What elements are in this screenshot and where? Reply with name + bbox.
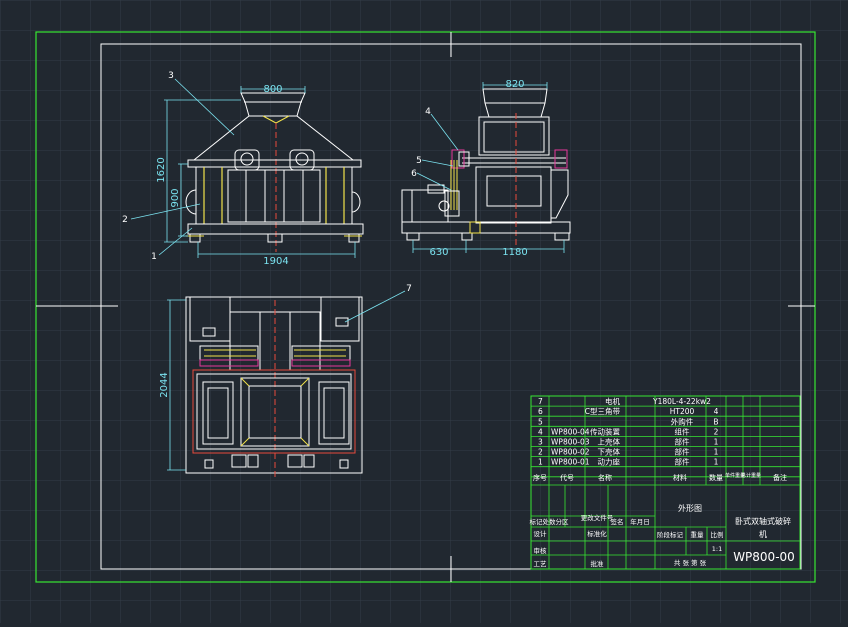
product-name-line2: 机 bbox=[759, 529, 767, 539]
label-scale: 比例 bbox=[711, 530, 724, 539]
drawing-svg: 800 1620 900 1904 3 2 1 820 630 1180 4 5… bbox=[0, 0, 848, 623]
cad-canvas: 800 1620 900 1904 3 2 1 820 630 1180 4 5… bbox=[0, 0, 848, 623]
dim-motor-offset: 630 bbox=[429, 247, 448, 258]
label-standardize: 标准化 bbox=[587, 529, 607, 538]
part-name: 下壳体 bbox=[598, 447, 621, 457]
part-no: 2 bbox=[538, 448, 543, 457]
label-design: 设计 bbox=[534, 529, 548, 538]
part-qty: 2 bbox=[714, 427, 719, 436]
label-sheets: 共 张 第 张 bbox=[674, 558, 707, 567]
part-name: C型三角带 bbox=[585, 406, 621, 416]
part-material: 部件 bbox=[675, 447, 690, 457]
grid-background bbox=[0, 0, 848, 623]
part-code: WP800-03 bbox=[551, 438, 590, 447]
part-material: 外购件 bbox=[671, 416, 694, 426]
part-name: 动力座 bbox=[598, 457, 621, 467]
dim-top-width: 800 bbox=[263, 84, 282, 95]
part-qty: 4 bbox=[714, 407, 719, 416]
part-code: WP800-02 bbox=[551, 448, 590, 457]
dim-side-width: 820 bbox=[505, 79, 524, 90]
part-code: WP800-04 bbox=[551, 427, 590, 436]
part-qty: 1 bbox=[714, 448, 719, 457]
balloon-4: 4 bbox=[425, 107, 431, 117]
header-total-weight: 总计重量 bbox=[741, 472, 761, 479]
label-mark-count: 标记处数分区 bbox=[530, 517, 570, 526]
label-date: 年月日 bbox=[630, 517, 650, 526]
part-material: HT200 bbox=[670, 407, 695, 416]
part-name: 上壳体 bbox=[598, 437, 621, 447]
label-weight: 重量 bbox=[691, 531, 705, 539]
header-seq: 序号 bbox=[533, 473, 547, 482]
header-qty: 数量 bbox=[709, 473, 723, 482]
label-change-doc: 更改文件号 bbox=[581, 513, 614, 522]
part-material: 部件 bbox=[675, 437, 690, 447]
dim-plan-depth: 2044 bbox=[159, 372, 170, 397]
part-no: 1 bbox=[538, 458, 543, 467]
part-qty: 1 bbox=[714, 438, 719, 447]
part-no: 5 bbox=[538, 417, 543, 426]
dim-height-total: 1620 bbox=[156, 157, 167, 182]
label-signature: 签名 bbox=[611, 517, 624, 526]
label-stage-mark: 阶段标记 bbox=[657, 530, 684, 539]
dim-height-body: 900 bbox=[170, 188, 181, 207]
balloon-3: 3 bbox=[168, 71, 174, 81]
drawing-number: WP800-00 bbox=[733, 550, 795, 564]
part-name: 传动装置 bbox=[590, 426, 620, 436]
balloon-7: 7 bbox=[406, 284, 412, 294]
part-code: WP800-01 bbox=[551, 458, 590, 467]
dim-side-base: 1180 bbox=[502, 247, 527, 258]
part-no: 3 bbox=[538, 438, 543, 447]
header-code: 代号 bbox=[560, 473, 574, 482]
scale-value: 1:1 bbox=[712, 545, 722, 553]
header-material: 材料 bbox=[673, 473, 687, 482]
balloon-2: 2 bbox=[122, 215, 128, 225]
header-note: 备注 bbox=[773, 473, 787, 482]
drawing-title: 外形图 bbox=[678, 503, 702, 513]
header-name: 名称 bbox=[598, 473, 612, 482]
label-review: 审核 bbox=[534, 546, 548, 555]
part-no: 4 bbox=[538, 427, 543, 436]
balloon-5: 5 bbox=[416, 156, 422, 166]
balloon-6: 6 bbox=[411, 169, 417, 179]
dim-base-width: 1904 bbox=[263, 256, 288, 267]
part-qty: B bbox=[713, 417, 718, 426]
part-qty: 1 bbox=[714, 458, 719, 467]
part-material: Y180L-4-22kw2 bbox=[652, 397, 711, 406]
part-name: 电机 bbox=[605, 396, 620, 406]
part-material: 组件 bbox=[675, 426, 690, 436]
part-no: 7 bbox=[538, 397, 543, 406]
part-no: 6 bbox=[538, 407, 543, 416]
part-material: 部件 bbox=[675, 457, 690, 467]
product-name-line1: 卧式双轴式破碎 bbox=[735, 516, 791, 526]
label-approve: 批准 bbox=[591, 559, 605, 568]
balloon-1: 1 bbox=[151, 252, 157, 262]
label-process: 工艺 bbox=[534, 560, 548, 568]
